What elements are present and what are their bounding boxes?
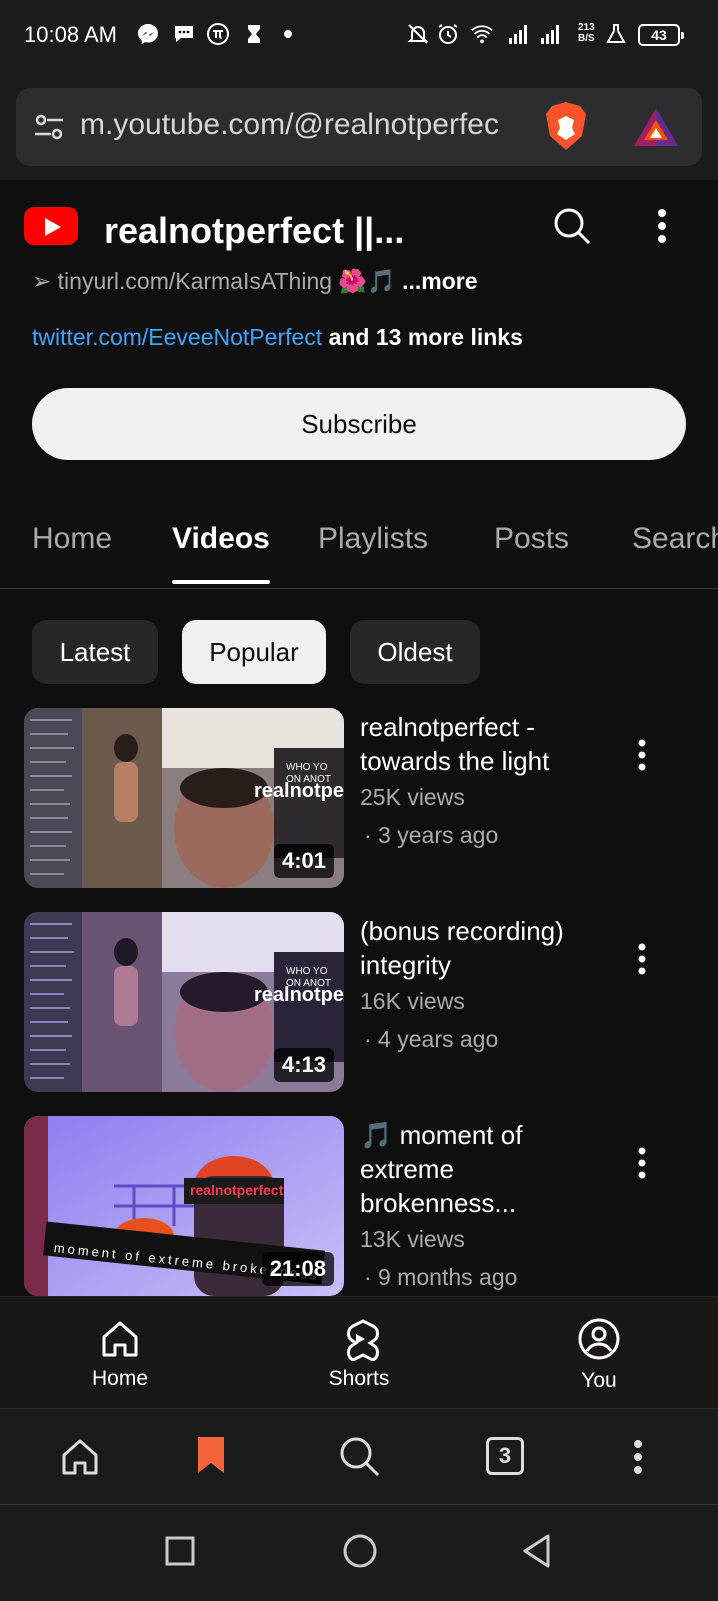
status-bar: 10:08 AM 213 B/S 43 bbox=[0, 0, 718, 76]
signal-2-icon bbox=[538, 22, 562, 46]
recents-icon[interactable] bbox=[164, 1535, 196, 1572]
pi-icon bbox=[206, 22, 230, 46]
chip-popular[interactable]: Popular bbox=[182, 620, 326, 684]
youtube-logo-icon[interactable] bbox=[24, 207, 78, 245]
youtube-bottom-nav: Home Shorts You bbox=[0, 1296, 718, 1409]
browser-menu-icon[interactable] bbox=[632, 1439, 644, 1480]
twitter-link[interactable]: twitter.com/EeveeNotPerfect bbox=[32, 324, 322, 350]
more-links[interactable]: and 13 more links bbox=[322, 324, 523, 350]
mute-bell-icon bbox=[406, 22, 430, 46]
video-views: 13K views bbox=[360, 1226, 465, 1252]
nav-home[interactable]: Home bbox=[40, 1297, 200, 1409]
video-item[interactable]: WHO YO ON ANOT realnotpe 4:13 (bonus rec… bbox=[0, 912, 718, 1092]
bat-rewards-icon[interactable] bbox=[632, 106, 680, 153]
video-title[interactable]: (bonus recording) integrity bbox=[360, 914, 610, 982]
browser-search-icon[interactable] bbox=[338, 1435, 382, 1484]
nav-home-label: Home bbox=[91, 1367, 149, 1390]
url-text[interactable]: m.youtube.com/@realnotperfec bbox=[80, 108, 540, 142]
back-icon[interactable] bbox=[520, 1533, 554, 1574]
hourglass-icon bbox=[242, 22, 266, 46]
chip-latest[interactable]: Latest bbox=[32, 620, 158, 684]
flask-icon bbox=[604, 22, 628, 46]
video-age: · 9 months ago bbox=[364, 1264, 518, 1290]
wifi-icon bbox=[470, 22, 494, 46]
home-button-icon[interactable] bbox=[342, 1533, 378, 1574]
video-item[interactable]: WHO YO ON ANOT realnotpe 4:01 realnotper… bbox=[0, 708, 718, 888]
battery-indicator: 43 bbox=[638, 24, 684, 46]
shorts-icon bbox=[337, 1317, 381, 1366]
channel-title: realnotperfect ||... bbox=[104, 210, 405, 251]
tab-home[interactable]: Home bbox=[32, 522, 112, 556]
site-settings-icon[interactable] bbox=[32, 110, 66, 149]
description-text: ➢ tinyurl.com/KarmaIsAThing 🌺🎵 bbox=[32, 268, 396, 294]
browser-toolbar: 3 bbox=[0, 1408, 718, 1505]
home-icon bbox=[98, 1317, 142, 1366]
youtube-header: realnotperfect ||... bbox=[0, 180, 718, 276]
bookmark-icon[interactable] bbox=[196, 1435, 226, 1480]
tab-switcher-icon[interactable]: 3 bbox=[486, 1437, 524, 1475]
video-duration: 21:08 bbox=[261, 1252, 334, 1286]
channel-tabs: Home Videos Playlists Posts Search bbox=[0, 500, 718, 589]
video-more-icon[interactable] bbox=[636, 942, 648, 981]
tab-posts[interactable]: Posts bbox=[494, 522, 569, 556]
video-more-icon[interactable] bbox=[636, 738, 648, 777]
account-icon bbox=[577, 1317, 621, 1366]
video-title[interactable]: 🎵 moment of extreme brokenness... bbox=[360, 1118, 610, 1220]
tab-search[interactable]: Search bbox=[632, 522, 718, 556]
signal-1-icon bbox=[506, 22, 530, 46]
thumb-who-text: WHO YO bbox=[286, 966, 328, 977]
thumb-brand-text: realnotpe bbox=[254, 984, 344, 1006]
nav-shorts[interactable]: Shorts bbox=[279, 1297, 439, 1409]
network-rate: 213 B/S bbox=[578, 22, 595, 44]
active-tab-indicator bbox=[172, 580, 270, 584]
video-age: · 4 years ago bbox=[364, 1026, 499, 1052]
video-item[interactable]: realnotperfect moment of extreme brokenn… bbox=[0, 1116, 718, 1296]
video-thumbnail[interactable]: WHO YO ON ANOT realnotpe 4:13 bbox=[24, 912, 344, 1092]
video-duration: 4:13 bbox=[273, 1048, 334, 1082]
video-thumbnail[interactable]: realnotperfect moment of extreme brokenn… bbox=[24, 1116, 344, 1296]
video-more-icon[interactable] bbox=[636, 1146, 648, 1185]
chat-bubble-icon bbox=[172, 22, 196, 46]
alarm-icon bbox=[436, 22, 460, 46]
nav-you-label: You bbox=[581, 1369, 617, 1392]
address-bar[interactable]: m.youtube.com/@realnotperfec bbox=[16, 88, 702, 166]
browser-address-area: m.youtube.com/@realnotperfec bbox=[0, 76, 718, 180]
messenger-icon bbox=[136, 22, 160, 46]
android-nav-bar bbox=[0, 1504, 718, 1601]
channel-description-link[interactable]: ➢ tinyurl.com/KarmaIsAThing 🌺🎵 ...more bbox=[32, 268, 478, 295]
subscribe-button[interactable]: Subscribe bbox=[32, 388, 686, 460]
video-duration: 4:01 bbox=[273, 844, 334, 878]
notification-dot-icon bbox=[276, 22, 300, 46]
thumb-brand-text: realnotpe bbox=[254, 780, 344, 802]
more-button[interactable]: ...more bbox=[396, 268, 477, 294]
tab-videos[interactable]: Videos bbox=[172, 522, 270, 556]
search-icon[interactable] bbox=[552, 206, 592, 251]
browser-home-icon[interactable] bbox=[60, 1437, 100, 1482]
nav-shorts-label: Shorts bbox=[328, 1367, 390, 1390]
video-title[interactable]: realnotperfect - towards the light bbox=[360, 710, 610, 778]
video-age: · 3 years ago bbox=[364, 822, 499, 848]
video-views: 25K views bbox=[360, 784, 465, 810]
nav-you[interactable]: You bbox=[519, 1297, 679, 1409]
status-time: 10:08 AM bbox=[24, 22, 117, 47]
video-views: 16K views bbox=[360, 988, 465, 1014]
chip-oldest[interactable]: Oldest bbox=[350, 620, 480, 684]
more-vert-icon[interactable] bbox=[656, 208, 668, 249]
brave-shields-icon[interactable] bbox=[542, 100, 590, 159]
thumb-who-text: WHO YO bbox=[286, 762, 328, 773]
video-thumbnail[interactable]: WHO YO ON ANOT realnotpe 4:01 bbox=[24, 708, 344, 888]
thumb-brand-text: realnotperfect bbox=[190, 1182, 284, 1198]
tab-playlists[interactable]: Playlists bbox=[318, 522, 428, 556]
channel-links[interactable]: twitter.com/EeveeNotPerfect and 13 more … bbox=[32, 324, 523, 351]
